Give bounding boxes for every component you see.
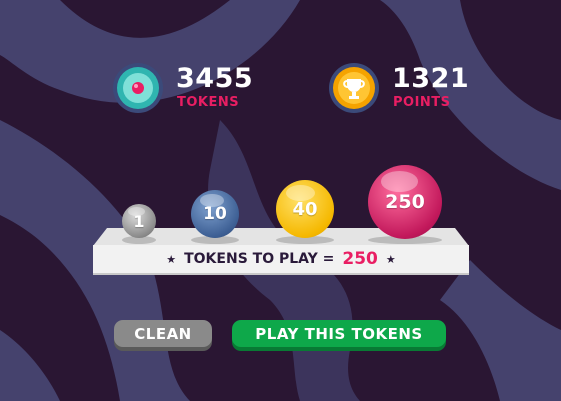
star-icon: ★ bbox=[166, 252, 177, 266]
tokens-label: TOKENS bbox=[177, 95, 240, 110]
trophy-coin-icon bbox=[329, 63, 379, 113]
chip-250-button[interactable]: 250 bbox=[368, 165, 442, 239]
chip-10-button[interactable]: 10 bbox=[191, 190, 239, 238]
chip-value: 1 bbox=[133, 211, 145, 231]
chip-1-button[interactable]: 1 bbox=[122, 204, 156, 238]
chip-value: 40 bbox=[292, 198, 318, 220]
play-tokens-button[interactable]: PLAY THIS TOKENS bbox=[232, 320, 446, 347]
bet-amount: 250 bbox=[342, 249, 378, 269]
chip-value: 250 bbox=[385, 191, 425, 213]
bet-label: TOKENS TO PLAY = bbox=[184, 251, 335, 267]
points-value: 1321 bbox=[392, 63, 470, 94]
points-counter: 1321 POINTS bbox=[328, 62, 470, 114]
points-label: POINTS bbox=[393, 95, 451, 110]
tokens-value: 3455 bbox=[176, 63, 254, 94]
chip-40-button[interactable]: 40 bbox=[276, 180, 334, 238]
clean-button[interactable]: CLEAN bbox=[114, 320, 212, 347]
tokens-counter: 3455 TOKENS bbox=[112, 62, 254, 114]
chip-value: 10 bbox=[203, 204, 227, 224]
bet-summary: ★ TOKENS TO PLAY = 250 ★ bbox=[93, 245, 469, 273]
token-coin-icon bbox=[113, 63, 163, 113]
star-icon: ★ bbox=[385, 252, 396, 266]
